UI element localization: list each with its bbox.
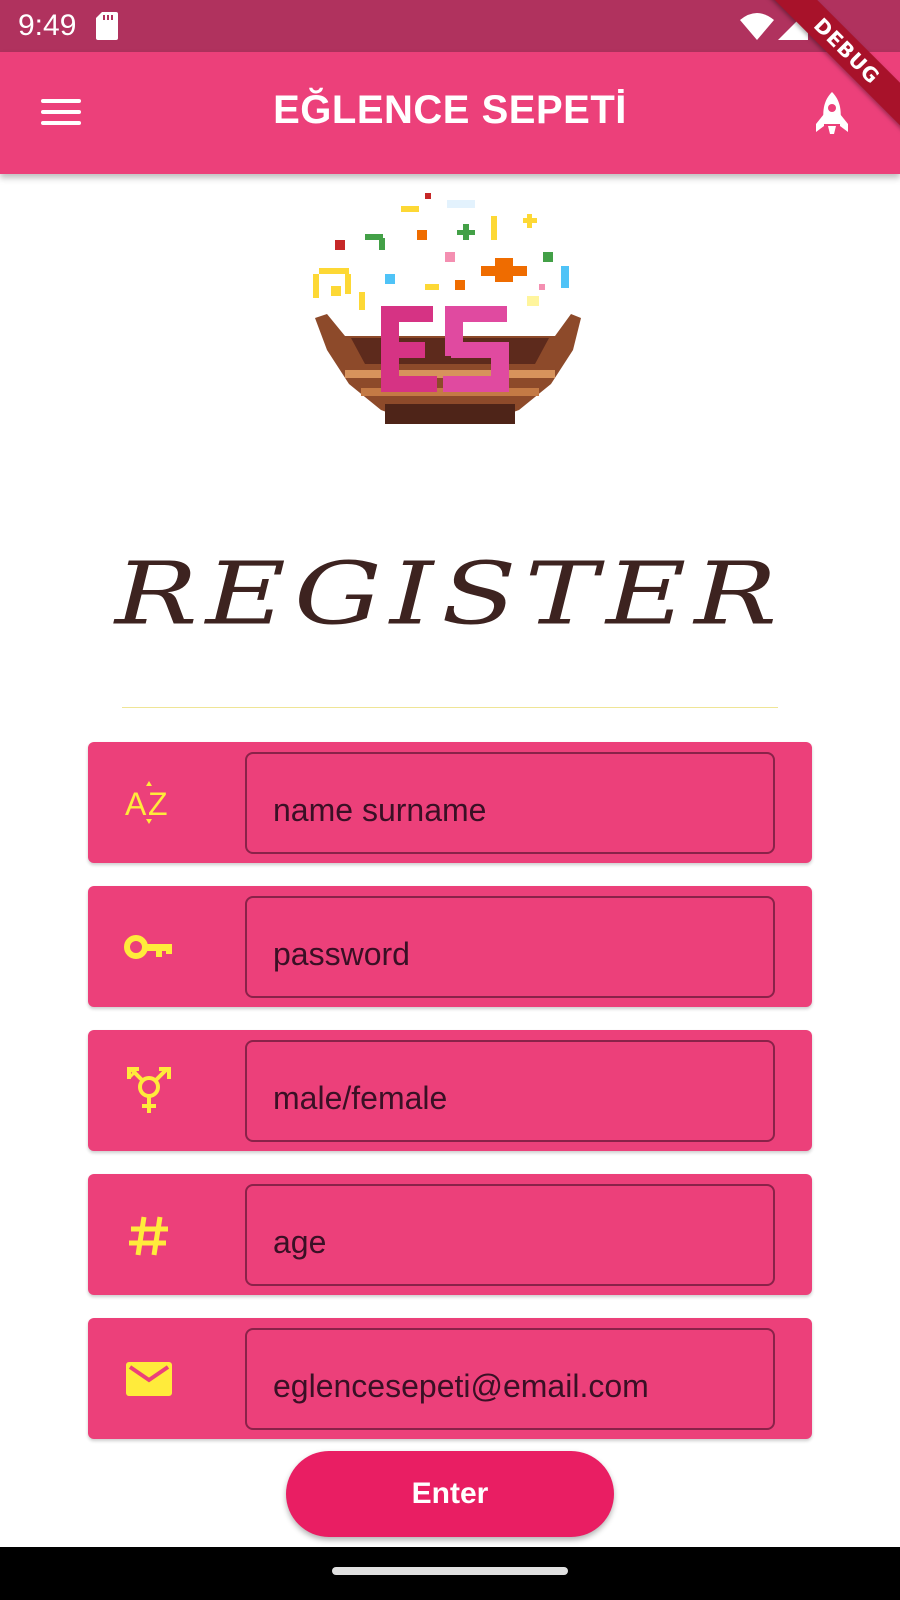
email-field-card (88, 1318, 812, 1439)
rocket-icon[interactable] (808, 90, 856, 138)
status-time: 9:49 (18, 9, 77, 42)
eglence-sepeti-logo (313, 193, 581, 424)
svg-text:A: A (125, 786, 147, 822)
register-heading: REGISTER (114, 544, 786, 644)
divider (122, 707, 778, 708)
status-bar: 9:49 (0, 0, 900, 52)
age-field-card (88, 1174, 812, 1295)
app-bar: EĞLENCE SEPETİ (0, 52, 900, 174)
transgender-icon (124, 1067, 174, 1115)
name-surname-input[interactable] (245, 752, 775, 854)
name-field-card: A Z (88, 742, 812, 863)
sort-by-alpha-icon: A Z (124, 779, 174, 827)
system-navigation-bar (0, 1547, 900, 1600)
key-icon (124, 923, 174, 971)
wifi-icon (740, 13, 774, 40)
password-input[interactable] (245, 896, 775, 998)
hash-icon (124, 1211, 174, 1259)
cell-signal-icon (778, 10, 808, 40)
gender-input[interactable] (245, 1040, 775, 1142)
home-indicator[interactable] (332, 1567, 568, 1575)
svg-text:Z: Z (148, 786, 168, 822)
sd-card-icon (96, 12, 118, 40)
age-input[interactable] (245, 1184, 775, 1286)
enter-button[interactable]: Enter (286, 1451, 614, 1537)
email-input[interactable] (245, 1328, 775, 1430)
email-icon (124, 1355, 174, 1403)
password-field-card (88, 886, 812, 1007)
gender-field-card (88, 1030, 812, 1151)
app-title: EĞLENCE SEPETİ (273, 88, 627, 132)
